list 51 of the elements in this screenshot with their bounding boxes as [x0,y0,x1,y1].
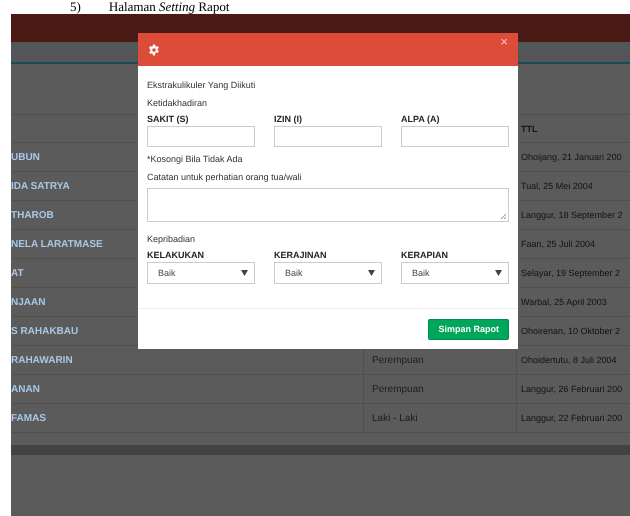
student-name-link[interactable]: NJAAN [11,296,46,308]
remarks-textarea[interactable] [147,188,509,222]
student-name-link[interactable]: IDA SATRYA [11,180,70,192]
caption-title: Halaman Setting Rapot [108,0,230,14]
close-button[interactable]: × [500,35,508,48]
student-name-link[interactable]: UBUN [11,152,40,162]
select-field[interactable]: Baik [274,262,382,284]
table-cell: Ohoijang, 21 Januari 200 [521,152,622,162]
table-cell: Ohoirenan, 10 Oktober 2 [521,326,620,336]
student-name-link[interactable]: FAMAS [11,412,46,424]
note-text: *Kosongi Bila Tidak Ada [147,153,244,166]
input-field[interactable] [274,126,382,147]
field-label: KERAJINAN [274,249,328,262]
table-cell: Laki - Laki [372,412,418,424]
gear-icon [148,44,160,56]
select-field[interactable]: Baik [401,262,509,284]
table-cell: Langgur, 18 September 2 [521,210,623,220]
personality-label: Kepribadian [147,233,196,246]
table-cell: Langgur, 22 Februari 200 [521,413,622,423]
field-label: ALPA (A) [401,113,440,126]
resize-grip-icon [500,213,507,220]
table-cell: Tual, 25 Mei 2004 [521,181,593,191]
table-cell: Ohoidertutu, 8 Juli 2004 [521,355,617,365]
extracurricular-label: Ekstrakulikuler Yang Diikuti [147,79,256,92]
caret-icon [241,270,248,276]
caption-number: 5) [70,0,81,14]
table-cell: Langgur, 26 Februari 200 [521,384,622,394]
table-cell: Perempuan [372,354,424,366]
caret-icon [368,270,375,276]
save-button[interactable]: Simpan Rapot [428,318,509,340]
column-header: TTL [521,124,538,134]
table-cell: Faan, 25 Juli 2004 [521,239,596,249]
student-name-link[interactable]: AT [11,268,24,278]
student-name-link[interactable]: NELA LARATMASE [11,238,103,250]
field-label: SAKIT (S) [147,113,190,126]
student-name-link[interactable]: S RAHAKBAU [11,326,78,336]
student-name-link[interactable]: THAROB [11,210,54,220]
table-cell: Selayar, 19 September 2 [521,268,620,278]
table-cell: Warbal, 25 April 2003 [521,297,607,307]
input-field[interactable] [401,126,509,147]
field-label: KELAKUKAN [147,249,205,262]
remarks-label: Catatan untuk perhatian orang tua/wali [147,171,303,184]
student-name-link[interactable]: ANAN [11,384,40,394]
select-field[interactable]: Baik [147,262,255,284]
caret-icon [495,270,502,276]
absence-label: Ketidakhadiran [147,97,208,110]
table-cell: Perempuan [372,384,424,394]
field-label: KERAPIAN [401,249,450,262]
field-label: IZIN (I) [274,113,303,126]
input-field[interactable] [147,126,255,147]
student-name-link[interactable]: RAHAWARIN [11,354,73,366]
